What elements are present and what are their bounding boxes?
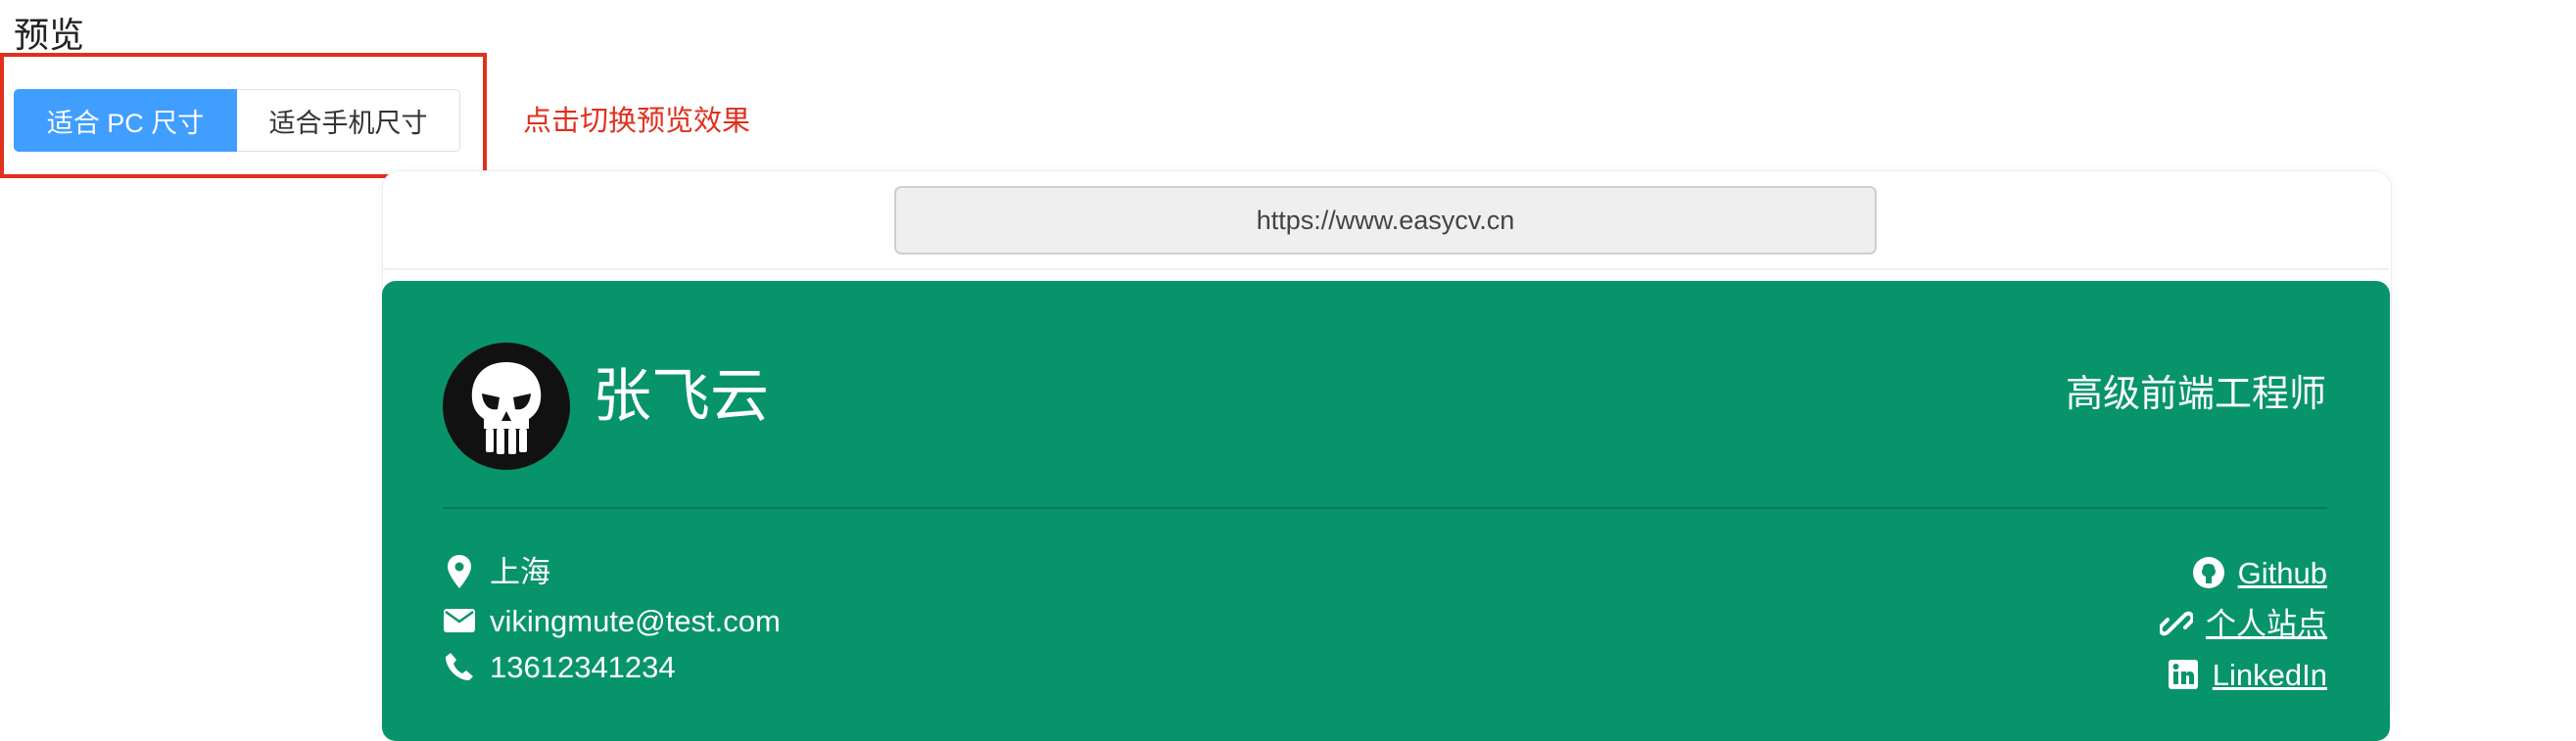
phone-icon [443,650,476,683]
preview-section-title: 预览 [14,15,85,55]
link-icon [2159,606,2194,641]
contact-phone-text: 13612341234 [490,649,676,684]
link-personal-site-label[interactable]: 个人站点 [2206,609,2327,639]
link-linkedin-label[interactable]: LinkedIn [2213,660,2327,690]
browser-toolbar-divider [383,268,2389,270]
pc-size-button[interactable]: 适合 PC 尺寸 [14,89,237,152]
linkedin-icon [2166,657,2201,692]
resume-name: 张飞云 [593,363,769,429]
location-pin-icon [443,555,476,588]
browser-address-bar: https://www.easycv.cn [894,186,1877,255]
link-github[interactable]: Github [2191,555,2327,590]
contact-email: vikingmute@test.com [443,604,781,637]
link-linkedin[interactable]: LinkedIn [2166,657,2327,692]
link-github-label[interactable]: Github [2238,558,2327,588]
contact-location: 上海 [443,555,550,588]
avatar [443,343,570,470]
toggle-hint-text: 点击切换预览效果 [523,106,751,137]
github-icon [2191,555,2226,590]
contact-phone: 13612341234 [443,650,676,683]
resume-header-card [382,281,2390,741]
resume-job-title: 高级前端工程师 [2065,374,2326,415]
envelope-icon [443,604,476,637]
mobile-size-button[interactable]: 适合手机尺寸 [237,89,460,152]
contact-location-text: 上海 [490,554,550,589]
contact-email-text: vikingmute@test.com [490,603,781,638]
link-personal-site[interactable]: 个人站点 [2159,606,2327,641]
resume-divider [443,507,2327,509]
